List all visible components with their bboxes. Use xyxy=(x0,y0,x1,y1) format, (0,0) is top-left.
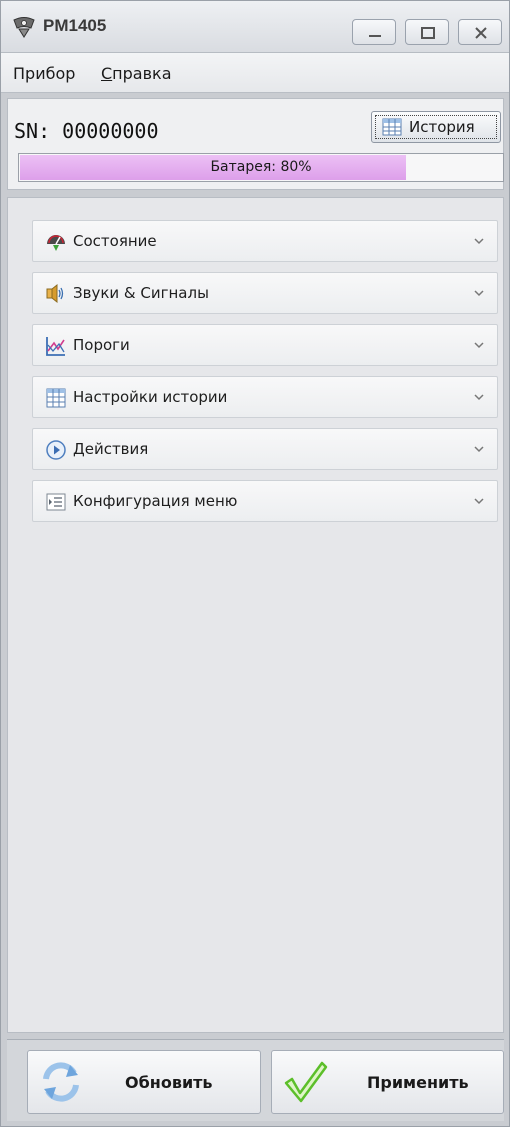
section-history-settings[interactable]: Настройки истории xyxy=(32,376,498,418)
chevron-down-icon xyxy=(474,290,484,297)
thresholds-chart-icon xyxy=(46,337,65,356)
chevron-down-icon xyxy=(474,498,484,505)
section-sounds[interactable]: Звуки & Сигналы xyxy=(32,272,498,314)
chevron-down-icon xyxy=(474,446,484,453)
sections-panel: Состояние Звуки & Сигналы Пороги Настрой… xyxy=(7,197,504,1033)
section-thresholds[interactable]: Пороги xyxy=(32,324,498,366)
maximize-icon xyxy=(421,27,435,39)
history-button[interactable]: История xyxy=(371,111,501,143)
refresh-icon xyxy=(43,1062,79,1102)
chevron-down-icon xyxy=(474,394,484,401)
serial-number: SN: 00000000 xyxy=(14,119,159,143)
table-icon xyxy=(382,118,402,136)
apply-button-label: Применить xyxy=(367,1073,469,1092)
play-icon xyxy=(46,440,66,460)
history-button-label: История xyxy=(409,118,475,136)
refresh-button-label: Обновить xyxy=(125,1073,213,1092)
refresh-button[interactable]: Обновить xyxy=(27,1050,261,1114)
section-label: Пороги xyxy=(73,336,130,354)
menu-device[interactable]: Прибор xyxy=(13,64,75,83)
chevron-down-icon xyxy=(474,238,484,245)
section-label: Конфигурация меню xyxy=(73,492,238,510)
menu-list-icon xyxy=(46,493,66,511)
section-label: Состояние xyxy=(73,232,157,250)
bottom-bar: Обновить Применить xyxy=(7,1039,504,1121)
chevron-down-icon xyxy=(474,342,484,349)
battery-label: Батарея: 80% xyxy=(210,159,312,175)
app-logo-icon xyxy=(13,17,35,38)
menu-bar: Прибор Справка xyxy=(1,53,509,93)
menu-help-accelerator: С xyxy=(101,64,113,83)
maximize-button[interactable] xyxy=(405,19,449,45)
close-icon xyxy=(475,27,487,39)
apply-button[interactable]: Применить xyxy=(271,1050,504,1114)
close-button[interactable] xyxy=(458,19,502,45)
battery-bar: Батарея: 80% xyxy=(18,153,504,182)
section-label: Настройки истории xyxy=(73,388,228,406)
menu-help-rest: правка xyxy=(112,64,172,83)
section-menu-config[interactable]: Конфигурация меню xyxy=(32,480,498,522)
section-label: Действия xyxy=(73,440,149,458)
table-icon xyxy=(46,388,66,408)
section-label: Звуки & Сигналы xyxy=(73,284,209,302)
menu-help[interactable]: Справка xyxy=(101,64,172,83)
minimize-icon xyxy=(369,35,381,37)
section-actions[interactable]: Действия xyxy=(32,428,498,470)
title-bar[interactable]: PM1405 xyxy=(1,1,509,53)
gauge-icon xyxy=(47,235,65,251)
speaker-icon xyxy=(46,283,64,304)
app-window: PM1405 Прибор Справка SN: 00000000 Истор… xyxy=(0,0,510,1127)
section-state[interactable]: Состояние xyxy=(32,220,498,262)
window-title: PM1405 xyxy=(43,16,107,35)
minimize-button[interactable] xyxy=(352,19,396,45)
checkmark-icon xyxy=(284,1061,328,1103)
